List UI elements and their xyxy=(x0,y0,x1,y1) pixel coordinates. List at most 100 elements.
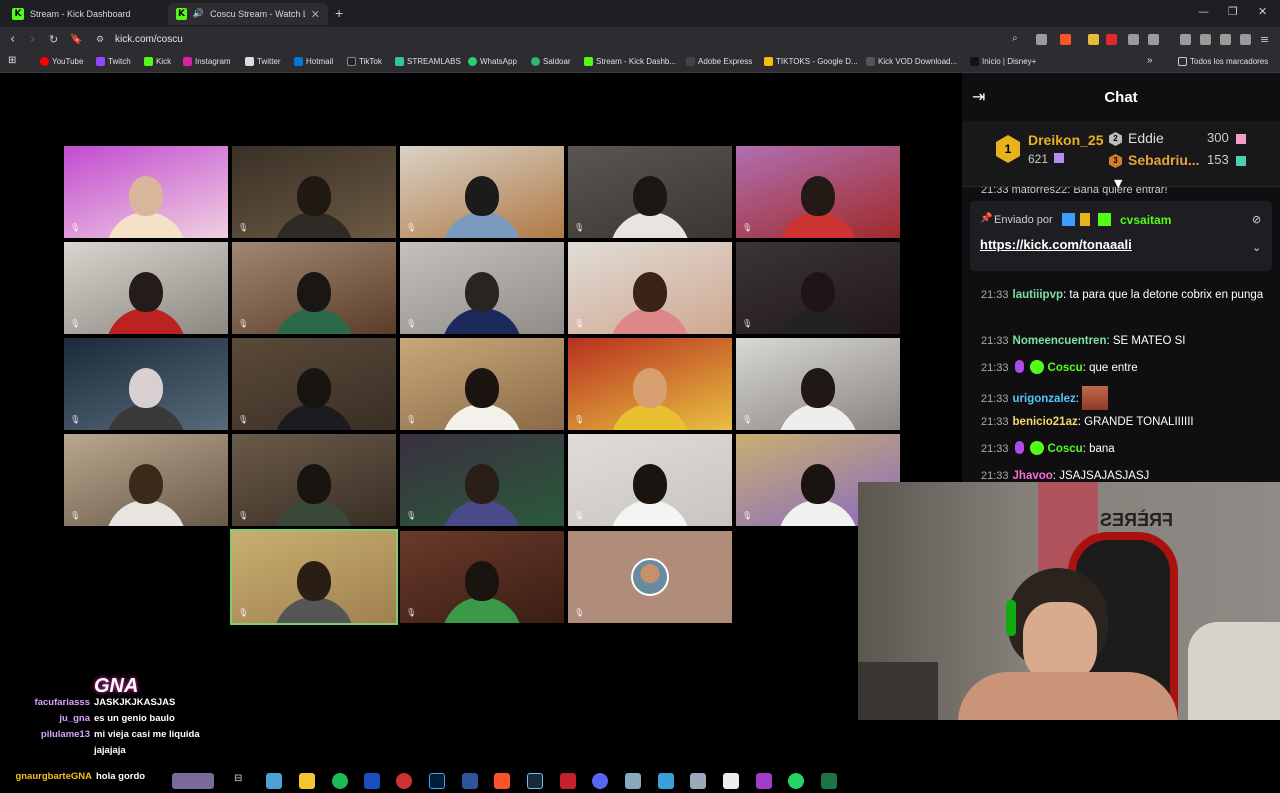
bookmark-instagram[interactable]: Instagram xyxy=(183,57,231,66)
leo-icon[interactable] xyxy=(1220,34,1231,45)
message-time: 21:33 xyxy=(981,470,1009,482)
bookmarks-folder[interactable]: Todos los marcadores xyxy=(1178,57,1268,66)
bookmark-icon[interactable]: 🔖 xyxy=(70,34,82,45)
bookmark-saldoar[interactable]: Saldoar xyxy=(531,57,571,66)
bookmark-adobe-express[interactable]: Adobe Express xyxy=(686,57,752,66)
forward-button[interactable]: › xyxy=(30,32,35,47)
bookmark-kick-vod[interactable]: Kick VOD Download... xyxy=(866,57,957,66)
leader-1-count: 621 xyxy=(1028,152,1049,166)
bookmark-hotmail[interactable]: Hotmail xyxy=(294,57,333,66)
minimize-button[interactable]: — xyxy=(1198,5,1209,18)
headset-icon xyxy=(1006,600,1016,636)
extension-icon[interactable] xyxy=(1088,34,1099,45)
kick-favicon-icon: K xyxy=(12,8,24,20)
mic-muted-icon: 🎙 xyxy=(574,223,585,232)
expand-pinned-icon[interactable]: ⌄ xyxy=(1252,241,1261,254)
message-text: GRANDE TONALIIIIII xyxy=(1084,416,1194,428)
overlay-chat-line: gnaurgbarteGNA hola gordo xyxy=(0,771,145,782)
excel-icon xyxy=(821,773,837,789)
extension-icon[interactable] xyxy=(1106,34,1117,45)
share-icon[interactable] xyxy=(1036,34,1047,45)
mic-muted-icon: 🎙 xyxy=(406,511,417,520)
pinned-user[interactable]: cvsaitam xyxy=(1120,213,1171,227)
bookmark-twitch[interactable]: Twitch xyxy=(96,57,131,66)
brave-icon xyxy=(494,773,510,789)
more-bookmarks-icon[interactable]: » xyxy=(1147,55,1153,66)
message-username[interactable]: lautiiipvp xyxy=(1013,289,1063,301)
bookmark-whatsapp[interactable]: WhatsApp xyxy=(468,57,517,66)
overlay-chat-user: facufariasss xyxy=(34,697,90,708)
menu-icon[interactable]: ≡ xyxy=(1260,33,1269,46)
tab-coscu-stream[interactable]: K 🔊 Coscu Stream - Watch Live on ✕ xyxy=(168,3,328,25)
restore-button[interactable]: ❐ xyxy=(1228,5,1238,18)
message-text: bana xyxy=(1089,443,1115,455)
bookmark-tiktok[interactable]: TikTok xyxy=(347,57,382,66)
close-window-button[interactable]: ✕ xyxy=(1258,5,1267,18)
extensions-icon[interactable] xyxy=(1128,34,1139,45)
chat-message: 21:33 Nomeencuentren: SE MATEO SI xyxy=(981,332,1271,350)
participant-person xyxy=(297,176,331,216)
gift-icon xyxy=(1236,134,1246,144)
message-username[interactable]: Jhavoo xyxy=(1013,470,1053,482)
vpn-icon[interactable] xyxy=(1240,34,1251,45)
chat-message: 21:33 benicio21az: GRANDE TONALIIIIII xyxy=(981,413,1271,431)
site-info-icon[interactable]: ⚙ xyxy=(96,35,104,45)
bookmark-kick-dashboard[interactable]: Stream - Kick Dashb... xyxy=(584,57,676,66)
mic-muted-icon: 🎙 xyxy=(574,608,585,617)
participant-video-tile: 🎙 xyxy=(736,146,900,238)
sidebar-icon[interactable] xyxy=(1148,34,1159,45)
address-bar-row: ‹ › ↻ 🔖 ⚙ kick.com/coscu ⌕ ≡ xyxy=(0,27,1280,53)
message-username[interactable]: Coscu xyxy=(1048,362,1083,374)
leader-3-name[interactable]: Sebadriu... xyxy=(1128,152,1200,168)
browser-tab-bar: K Stream - Kick Dashboard K 🔊 Coscu Stre… xyxy=(0,0,1280,27)
reload-button[interactable]: ↻ xyxy=(49,33,58,46)
participant-person xyxy=(465,176,499,216)
brave-shield-icon[interactable] xyxy=(1060,34,1071,45)
overlay-chat-line: facufariasss JASKJKJKASJAS xyxy=(0,697,176,708)
bookmark-tiktoks-drive[interactable]: TIKTOKS - Google D... xyxy=(764,57,858,66)
overlay-chat-text: hola gordo xyxy=(96,771,146,782)
bookmark-youtube[interactable]: YouTube xyxy=(40,57,83,66)
pinned-link[interactable]: https://kick.com/tonaaali xyxy=(980,237,1132,252)
app-icon xyxy=(658,773,674,789)
back-button[interactable]: ‹ xyxy=(10,32,15,47)
message-text: SE MATEO SI xyxy=(1112,335,1186,347)
mic-muted-icon: 🎙 xyxy=(70,415,81,424)
new-tab-button[interactable]: + xyxy=(335,5,343,21)
participant-video-tile: 🎙 xyxy=(400,338,564,430)
video-player[interactable]: 🎙 🎙 🎙 🎙 🎙 🎙 🎙 🎙 🎙 🎙 🎙 🎙 🎙 🎙 🎙 🎙 🎙 🎙 🎙 🎙 🎙 🎙 🎙 GNA facufariasss… xyxy=(0,73,962,789)
steam-icon xyxy=(527,773,543,789)
url-field[interactable]: kick.com/coscu xyxy=(115,34,183,45)
chat-message: 21:33 Coscu: que entre xyxy=(981,359,1271,377)
wallet-icon[interactable] xyxy=(1200,34,1211,45)
participant-person xyxy=(801,272,835,312)
participant-person xyxy=(129,368,163,408)
message-username[interactable]: benicio21az xyxy=(1013,416,1078,428)
overlay-chat-text: JASKJKJKASJAS xyxy=(94,697,176,708)
message-username[interactable]: urigonzalez xyxy=(1013,393,1076,405)
apps-grid-icon[interactable]: ⊞ xyxy=(8,55,16,66)
participant-person xyxy=(465,561,499,601)
leader-2-name[interactable]: Eddie xyxy=(1128,130,1164,146)
tab-title: Coscu Stream - Watch Live on xyxy=(210,9,305,19)
bookmark-streamlabs[interactable]: STREAMLABS xyxy=(395,57,461,66)
message-username[interactable]: Nomeencuentren xyxy=(1013,335,1107,347)
leader-1-name[interactable]: Dreikon_25 xyxy=(1028,132,1103,148)
partial-message: 21:33 matorres22: Bana quiere entrar! xyxy=(981,187,1168,196)
participant-video-tile: 🎙 xyxy=(64,146,228,238)
participant-person xyxy=(129,272,163,312)
bookmark-kick[interactable]: Kick xyxy=(144,57,171,66)
app-icon xyxy=(266,773,282,789)
streamer-face xyxy=(1023,602,1097,682)
overlay-chat-text: mi vieja casi me liquida xyxy=(94,729,200,740)
message-username[interactable]: Coscu xyxy=(1048,443,1083,455)
bookmark-disney[interactable]: Inicio | Disney+ xyxy=(970,57,1036,66)
unpin-icon[interactable]: ⊘ xyxy=(1252,213,1261,226)
close-tab-icon[interactable]: ✕ xyxy=(311,8,320,21)
tab-kick-dashboard[interactable]: K Stream - Kick Dashboard xyxy=(4,3,164,25)
media-icon[interactable] xyxy=(1180,34,1191,45)
leader-2-count: 300 xyxy=(1207,130,1229,145)
task-view-icon: ⊟ xyxy=(234,773,243,784)
bookmark-twitter[interactable]: Twitter xyxy=(245,57,281,66)
zoom-icon[interactable]: ⌕ xyxy=(1012,33,1023,44)
